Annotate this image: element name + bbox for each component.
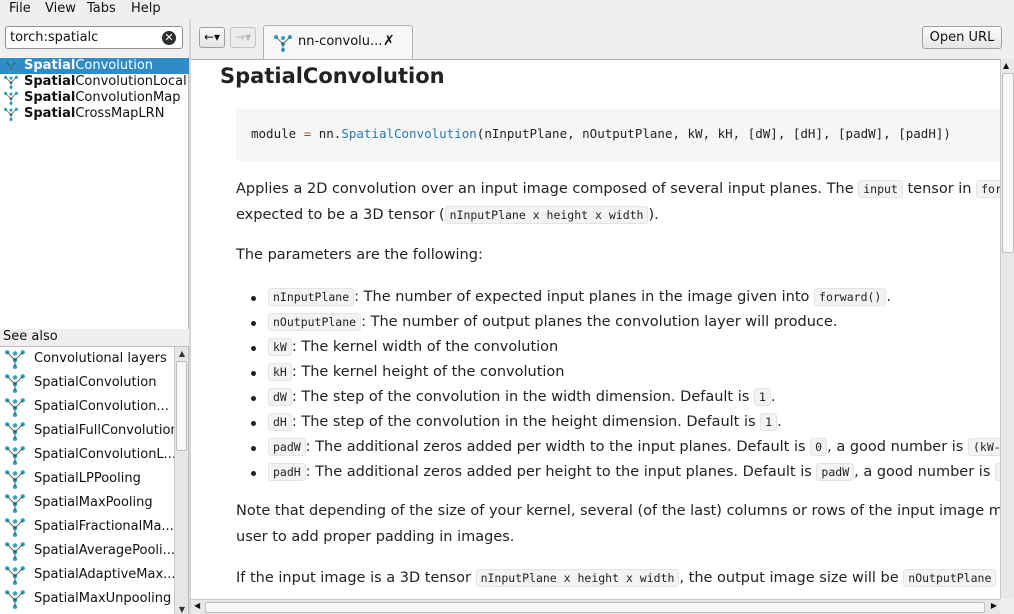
torch-icon	[2, 541, 28, 561]
bullet	[251, 396, 256, 401]
clear-icon[interactable]: ✕	[162, 31, 176, 45]
result-item[interactable]: SpatialConvolution	[0, 58, 189, 74]
see-also-item[interactable]: SpatialMaxPooling	[0, 491, 173, 515]
back-button[interactable]: ←▾	[199, 27, 225, 48]
see-also-item[interactable]: Convolutional layers	[0, 347, 173, 371]
menu-help[interactable]: Help	[131, 1, 161, 16]
tab-label: nn-convolu...	[298, 34, 383, 49]
torch-icon	[2, 469, 28, 489]
scroll-up-icon[interactable]: ▲	[177, 349, 187, 358]
see-also-label: SpatialConvolution	[34, 375, 157, 390]
document-view: SpatialConvolution module = nn.SpatialCo…	[191, 59, 1000, 599]
code-line: module = nn.SpatialConvolution(nInputPla…	[251, 126, 951, 141]
see-also-label: SpatialAdaptiveMax...	[34, 567, 176, 582]
torch-icon	[2, 397, 28, 417]
torch-icon	[2, 493, 28, 513]
see-also-item[interactable]: SpatialFullConvolution	[0, 419, 179, 443]
paragraph-output-size: If the input image is a 3D tensor nInput…	[236, 569, 997, 587]
forward-button[interactable]: →▾	[230, 27, 256, 48]
scrollbar-thumb[interactable]	[205, 602, 985, 613]
see-also-item[interactable]: SpatialLPPooling	[0, 467, 173, 491]
see-also-item[interactable]: SpatialConvolution	[0, 371, 173, 395]
paragraph-note-line1: Note that depending of the size of your …	[236, 503, 1000, 519]
bullet	[251, 471, 256, 476]
menu-bar: File View Tabs Help	[0, 0, 1014, 19]
see-also-label: SpatialAveragePooli...	[34, 543, 176, 558]
scrollbar-thumb[interactable]	[1002, 73, 1014, 253]
bullet	[251, 421, 256, 426]
torch-icon	[2, 107, 20, 121]
see-also-label: Convolutional layers	[34, 351, 167, 366]
result-label: SpatialCrossMapLRN	[24, 106, 165, 121]
see-also-list: Convolutional layers SpatialConvolution …	[0, 346, 189, 614]
see-also-label: SpatialLPPooling	[34, 471, 141, 486]
result-item[interactable]: SpatialCrossMapLRN	[0, 106, 189, 122]
torch-icon	[2, 59, 20, 73]
app-window: File View Tabs Help ✕ SpatialConvolution…	[0, 0, 1014, 614]
see-also-label: SpatialMaxUnpooling	[34, 591, 172, 606]
torch-icon	[274, 35, 292, 52]
see-also-item[interactable]: SpatialFractionalMa...	[0, 515, 174, 539]
tab-nn-convolution[interactable]: nn-convolu... ✗	[263, 25, 413, 59]
menu-tabs[interactable]: Tabs	[87, 1, 116, 16]
paragraph-intro-line2: expected to be a 3D tensor (nInputPlane …	[236, 206, 659, 224]
scroll-left-icon[interactable]: ◀	[194, 601, 200, 610]
see-also-label: SpatialFullConvolution	[34, 423, 179, 438]
menu-view[interactable]: View	[45, 1, 76, 16]
content-horizontal-scrollbar[interactable]: ◀ ▶	[191, 599, 1000, 614]
page-title: SpatialConvolution	[220, 64, 445, 88]
back-arrow-icon: ←	[203, 30, 215, 44]
bullet	[251, 296, 256, 301]
bullet	[251, 346, 256, 351]
forward-arrow-icon: →	[234, 30, 246, 44]
result-item[interactable]: SpatialConvolutionLocal	[0, 74, 189, 90]
torch-icon	[2, 373, 28, 393]
torch-icon	[2, 349, 28, 369]
scroll-down-icon[interactable]: ▼	[177, 605, 187, 614]
see-also-label: See also	[3, 329, 58, 344]
close-tab-icon[interactable]: ✗	[383, 33, 395, 49]
menu-file[interactable]: File	[9, 1, 31, 16]
see-also-item[interactable]: SpatialConvolution...	[0, 395, 173, 419]
bullet	[251, 446, 256, 451]
see-also-item[interactable]: SpatialConvolutionL...	[0, 443, 177, 467]
see-also-item[interactable]: SpatialAdaptiveMax...	[0, 563, 176, 587]
content-vertical-scrollbar[interactable]: ▲	[1000, 59, 1014, 599]
bullet	[251, 371, 256, 376]
torch-icon	[2, 91, 20, 105]
paragraph-note-line2: user to add proper padding in images.	[236, 529, 515, 545]
result-item[interactable]: SpatialConvolutionMap	[0, 90, 189, 106]
scroll-up-icon[interactable]: ▲	[1003, 61, 1009, 70]
see-also-label: SpatialConvolution...	[34, 399, 169, 414]
paragraph-intro-line1: Applies a 2D convolution over an input i…	[236, 180, 1000, 198]
scroll-right-icon[interactable]: ▶	[991, 601, 997, 610]
see-also-scrollbar[interactable]: ▲ ▼	[174, 347, 188, 614]
open-url-button[interactable]: Open URL	[922, 26, 1002, 49]
code-block: module = nn.SpatialConvolution(nInputPla…	[236, 109, 1000, 161]
bullet	[251, 321, 256, 326]
torch-icon	[2, 517, 28, 537]
torch-icon	[2, 75, 20, 89]
torch-icon	[2, 589, 28, 609]
search-input[interactable]	[10, 29, 160, 46]
see-also-label: SpatialConvolutionL...	[34, 447, 177, 462]
see-also-label: SpatialFractionalMa...	[34, 519, 174, 534]
result-label: SpatialConvolution	[24, 58, 154, 73]
see-also-item[interactable]: SpatialMaxUnpooling	[0, 587, 173, 611]
search-box: ✕	[5, 26, 183, 49]
see-also-item[interactable]: SpatialAveragePooli...	[0, 539, 176, 563]
result-label: SpatialConvolutionLocal	[24, 74, 187, 89]
result-label: SpatialConvolutionMap	[24, 90, 181, 105]
torch-icon	[2, 565, 28, 585]
torch-icon	[2, 445, 28, 465]
results-list: SpatialConvolution SpatialConvolutionLoc…	[0, 57, 189, 329]
paragraph-params-intro: The parameters are the following:	[236, 247, 483, 263]
see-also-label: SpatialMaxPooling	[34, 495, 153, 510]
torch-icon	[2, 421, 28, 441]
scrollbar-thumb[interactable]	[176, 361, 187, 451]
